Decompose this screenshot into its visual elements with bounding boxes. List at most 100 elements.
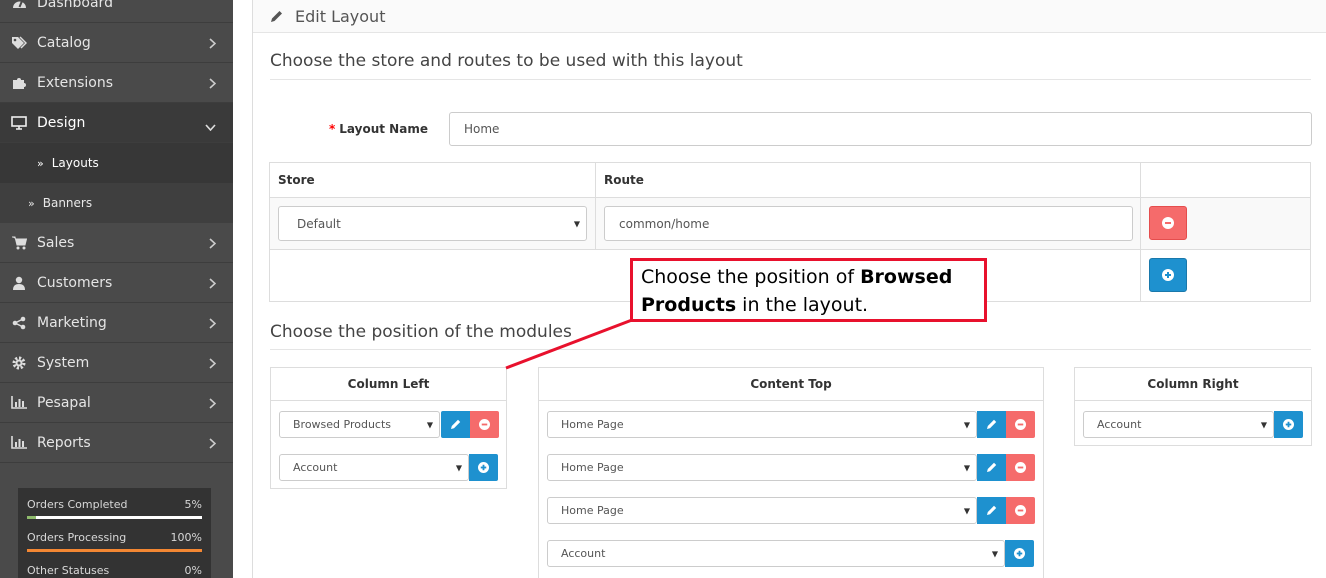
required-marker: * xyxy=(329,122,336,136)
sidebar-item-customers[interactable]: Customers xyxy=(0,263,233,303)
sidebar-item-label: Marketing xyxy=(37,314,107,331)
sidebar-item-pesapal[interactable]: Pesapal xyxy=(0,383,233,423)
module-select-value: Account xyxy=(1097,418,1142,431)
module-select-home-page-3[interactable]: Home Page ▼ xyxy=(547,497,977,524)
plus-circle-icon xyxy=(478,458,489,477)
chevron-right-icon xyxy=(209,357,217,373)
route-input[interactable]: common/home xyxy=(604,206,1133,241)
chevron-right-icon xyxy=(209,77,217,93)
add-module-select-top[interactable]: Account ▼ xyxy=(547,540,1005,567)
caret-down-icon: ▼ xyxy=(573,219,580,228)
sidebar-subitem-banners[interactable]: » Banners xyxy=(0,183,233,223)
module-select-browsed-products[interactable]: Browsed Products ▼ xyxy=(279,411,440,438)
plus-circle-icon xyxy=(1162,266,1174,285)
add-route-button[interactable] xyxy=(1149,258,1187,292)
route-value: common/home xyxy=(619,216,710,231)
stat-orders-completed: Orders Completed 5% xyxy=(27,488,202,521)
remove-route-button[interactable] xyxy=(1149,206,1187,240)
annotation-text-pre: Choose the position of xyxy=(641,266,861,288)
chevron-right-icon xyxy=(209,397,217,413)
table-header-route: Route xyxy=(595,162,1141,198)
edit-module-button[interactable] xyxy=(977,411,1006,438)
edit-module-button[interactable] xyxy=(977,454,1006,481)
module-select-value: Account xyxy=(561,547,606,560)
stat-progress-bar xyxy=(27,549,202,552)
section-title-modules: Choose the position of the modules xyxy=(270,322,572,342)
store-select-value: Default xyxy=(297,216,341,231)
stat-percent: 5% xyxy=(184,498,202,511)
chevron-right-icon xyxy=(209,277,217,293)
sidebar-item-catalog[interactable]: Catalog xyxy=(0,23,233,63)
minus-circle-icon xyxy=(479,415,490,434)
panel-title: Edit Layout xyxy=(295,6,386,26)
pencil-icon xyxy=(270,10,283,23)
sidebar-item-system[interactable]: System xyxy=(0,343,233,383)
store-select[interactable]: Default ▼ xyxy=(278,206,587,241)
order-stats: Orders Completed 5% Orders Processing 10… xyxy=(18,488,211,578)
column-right-title: Column Right xyxy=(1075,368,1311,401)
sidebar-item-dashboard[interactable]: Dashboard xyxy=(0,0,233,23)
gear-icon xyxy=(10,356,28,370)
layout-name-label-text: Layout Name xyxy=(339,122,428,136)
stat-progress-fill xyxy=(27,549,202,552)
chevron-right-icon xyxy=(209,317,217,333)
sidebar-item-label: Catalog xyxy=(37,34,91,51)
minus-circle-icon xyxy=(1015,501,1026,520)
sidebar-item-sales[interactable]: Sales xyxy=(0,223,233,263)
stat-percent: 0% xyxy=(184,564,202,577)
caret-down-icon: ▼ xyxy=(1260,420,1267,429)
chevron-right-icon xyxy=(209,237,217,253)
tags-icon xyxy=(10,36,28,49)
remove-module-button[interactable] xyxy=(1006,454,1035,481)
add-module-select-right[interactable]: Account ▼ xyxy=(1083,411,1274,438)
pencil-icon xyxy=(986,415,997,434)
chevron-right-icon xyxy=(209,37,217,53)
chevron-right-icon xyxy=(209,437,217,453)
sidebar-item-extensions[interactable]: Extensions xyxy=(0,63,233,103)
sidebar-item-label: Sales xyxy=(37,234,75,251)
bar-chart-icon xyxy=(10,436,28,449)
table-header-actions xyxy=(1140,162,1311,198)
stat-progress-fill xyxy=(27,516,36,519)
monitor-icon xyxy=(10,115,28,130)
plus-circle-icon xyxy=(1014,544,1025,563)
sidebar-subitem-label: Layouts xyxy=(51,156,99,170)
remove-module-button[interactable] xyxy=(1006,497,1035,524)
add-module-button-right[interactable] xyxy=(1274,411,1303,438)
dashboard-icon xyxy=(10,0,28,9)
sidebar-item-label: Pesapal xyxy=(37,394,91,411)
minus-circle-icon xyxy=(1162,214,1174,233)
module-select-value: Home Page xyxy=(561,461,624,474)
sidebar-item-label: System xyxy=(37,354,90,371)
add-module-select-left[interactable]: Account ▼ xyxy=(279,454,469,481)
add-module-button-left[interactable] xyxy=(469,454,498,481)
share-icon xyxy=(10,316,28,330)
remove-module-button[interactable] xyxy=(1006,411,1035,438)
caret-down-icon: ▼ xyxy=(455,463,462,472)
bar-chart-icon xyxy=(10,396,28,409)
stat-label: Orders Processing xyxy=(27,531,127,544)
pencil-icon xyxy=(450,415,461,434)
stat-progress-bar xyxy=(27,516,202,519)
remove-module-button[interactable] xyxy=(470,411,499,438)
sidebar-item-label: Reports xyxy=(37,434,91,451)
add-module-button-top[interactable] xyxy=(1005,540,1034,567)
module-select-home-page-2[interactable]: Home Page ▼ xyxy=(547,454,977,481)
sidebar-item-reports[interactable]: Reports xyxy=(0,423,233,463)
divider xyxy=(270,79,1311,80)
module-select-value: Home Page xyxy=(561,418,624,431)
layout-name-input[interactable]: Home xyxy=(449,112,1312,146)
column-left-title: Column Left xyxy=(271,368,506,401)
edit-module-button[interactable] xyxy=(441,411,470,438)
stat-percent: 100% xyxy=(170,531,202,544)
caret-down-icon: ▼ xyxy=(426,420,433,429)
sidebar-item-design[interactable]: Design xyxy=(0,103,233,143)
module-select-home-page-1[interactable]: Home Page ▼ xyxy=(547,411,977,438)
content-top-title: Content Top xyxy=(539,368,1043,401)
table-header-store: Store xyxy=(269,162,596,198)
edit-module-button[interactable] xyxy=(977,497,1006,524)
sidebar: Dashboard Catalog Extensions Design » La… xyxy=(0,0,233,578)
module-select-value: Home Page xyxy=(561,504,624,517)
sidebar-subitem-layouts[interactable]: » Layouts xyxy=(0,143,233,183)
sidebar-item-marketing[interactable]: Marketing xyxy=(0,303,233,343)
